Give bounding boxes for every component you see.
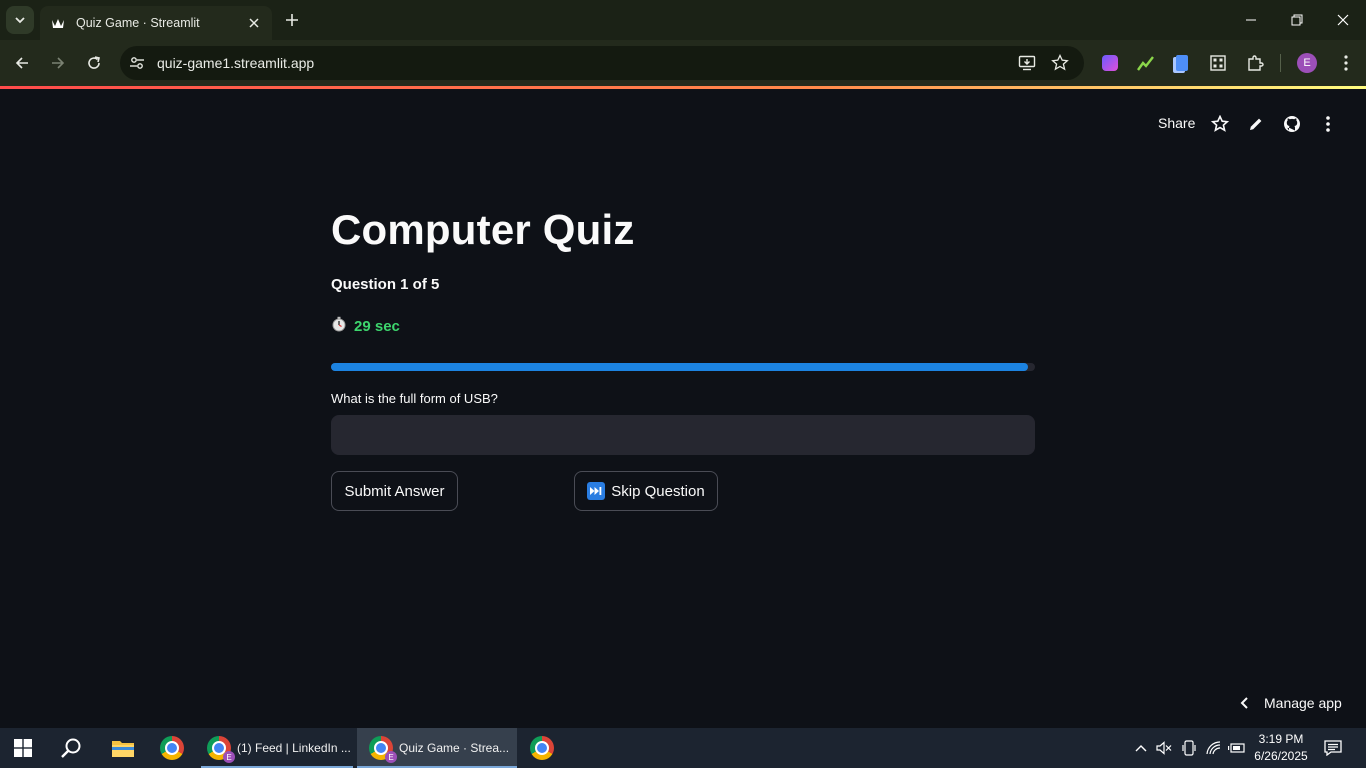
question-label: What is the full form of USB? <box>331 391 498 406</box>
browser-menu-kebab-icon[interactable] <box>1334 51 1358 75</box>
browser-toolbar: quiz-game1.streamlit.app E <box>0 40 1366 86</box>
profile-badge: E <box>385 751 397 763</box>
taskbar-app-quiz[interactable]: E Quiz Game · Strea... <box>357 728 517 768</box>
clock-time: 3:19 PM <box>1258 732 1304 746</box>
taskbar-search-button[interactable] <box>60 728 82 768</box>
skip-question-label: Skip Question <box>611 482 705 500</box>
profile-avatar[interactable]: E <box>1297 53 1317 73</box>
answer-input[interactable] <box>331 415 1035 455</box>
tab-close-icon[interactable] <box>246 15 262 31</box>
submit-answer-button[interactable]: Submit Answer <box>331 471 458 511</box>
volume-muted-button[interactable] <box>1154 728 1174 768</box>
minimize-button[interactable] <box>1228 0 1274 40</box>
folder-icon <box>112 741 134 757</box>
chrome-icon <box>160 736 184 760</box>
arrow-right-icon <box>52 57 65 69</box>
taskbar-app-label: Quiz Game · Strea... <box>399 741 510 755</box>
install-app-icon[interactable] <box>1018 54 1036 77</box>
chevron-up-icon <box>1135 745 1147 752</box>
notifications-button[interactable] <box>1322 728 1344 768</box>
site-settings-icon[interactable] <box>129 55 145 76</box>
battery-icon <box>1228 743 1245 753</box>
search-icon <box>61 738 81 758</box>
show-hidden-icons-button[interactable] <box>1132 728 1150 768</box>
skip-question-button[interactable]: Skip Question <box>574 471 718 511</box>
progress-bar-fill <box>331 363 1028 371</box>
extension-purple-icon[interactable] <box>1098 51 1122 75</box>
edit-pencil-icon[interactable] <box>1245 113 1267 135</box>
fast-forward-icon <box>587 482 606 500</box>
manage-app-label: Manage app <box>1264 695 1342 711</box>
progress-bar <box>331 363 1035 371</box>
clock[interactable]: 3:19 PM 6/26/2025 <box>1246 731 1316 765</box>
question-counter: Question 1 of 5 <box>331 276 440 293</box>
tab-search-button[interactable] <box>6 6 34 34</box>
start-button[interactable] <box>14 728 32 768</box>
tab-title: Quiz Game · Streamlit <box>76 16 200 30</box>
close-window-button[interactable] <box>1320 0 1366 40</box>
taskbar-app-label: (1) Feed | LinkedIn ... <box>237 741 351 755</box>
restore-icon <box>1291 14 1303 26</box>
forward-button[interactable] <box>44 49 72 77</box>
main-container: Computer Quiz Question 1 of 5 29 sec Wha… <box>331 200 1035 511</box>
speaker-muted-icon <box>1156 741 1172 755</box>
extensions-puzzle-icon[interactable] <box>1243 51 1267 75</box>
battery-button[interactable] <box>1227 728 1247 768</box>
submit-answer-label: Submit Answer <box>344 482 445 500</box>
github-icon[interactable] <box>1281 113 1303 135</box>
browser-tab-strip: Quiz Game · Streamlit <box>0 0 1366 40</box>
url-text: quiz-game1.streamlit.app <box>157 55 315 71</box>
back-button[interactable] <box>8 49 36 77</box>
extension-chart-icon[interactable] <box>1134 51 1158 75</box>
timer: 29 sec <box>331 316 400 336</box>
chevron-left-icon <box>1240 697 1248 709</box>
clock-date: 6/26/2025 <box>1254 749 1308 763</box>
restore-button[interactable] <box>1274 0 1320 40</box>
taskbar-app-linkedin[interactable]: E (1) Feed | LinkedIn ... <box>201 728 353 768</box>
manage-app-button[interactable]: Manage app <box>1240 695 1342 711</box>
taskbar-chrome-1[interactable] <box>160 728 184 768</box>
arrow-left-icon <box>15 57 28 69</box>
minimize-icon <box>1246 19 1256 21</box>
streamlit-header: Share <box>0 89 1366 149</box>
address-bar[interactable]: quiz-game1.streamlit.app <box>120 46 1084 80</box>
toolbar-separator <box>1280 54 1281 72</box>
extension-docs-icon[interactable] <box>1170 51 1194 75</box>
close-icon <box>1337 14 1349 26</box>
new-tab-button[interactable] <box>282 10 302 30</box>
main-menu-kebab-icon[interactable] <box>1317 113 1339 135</box>
file-explorer-button[interactable] <box>111 728 135 768</box>
page-title: Computer Quiz <box>331 206 635 253</box>
reload-icon <box>88 56 100 69</box>
notification-center-icon <box>1324 740 1342 756</box>
chevron-down-icon <box>15 17 25 24</box>
reload-button[interactable] <box>80 49 108 77</box>
device-button[interactable] <box>1179 728 1199 768</box>
share-button[interactable]: Share <box>1158 115 1195 131</box>
chrome-icon <box>530 736 554 760</box>
network-button[interactable] <box>1204 728 1224 768</box>
bookmark-star-icon[interactable] <box>1051 53 1069 77</box>
timer-text: 29 sec <box>354 317 400 335</box>
browser-tab-active[interactable]: Quiz Game · Streamlit <box>40 6 272 40</box>
streamlit-favicon-icon <box>50 15 66 31</box>
windows-logo-icon <box>14 739 32 757</box>
taskbar: E (1) Feed | LinkedIn ... E Quiz Game · … <box>0 728 1366 768</box>
wifi-icon <box>1206 741 1221 755</box>
device-icon <box>1182 740 1196 756</box>
extension-qr-icon[interactable] <box>1206 51 1230 75</box>
taskbar-chrome-2[interactable] <box>530 728 554 768</box>
profile-badge: E <box>223 751 235 763</box>
stopwatch-icon <box>331 316 347 336</box>
plus-icon <box>286 14 298 26</box>
star-icon[interactable] <box>1209 113 1231 135</box>
